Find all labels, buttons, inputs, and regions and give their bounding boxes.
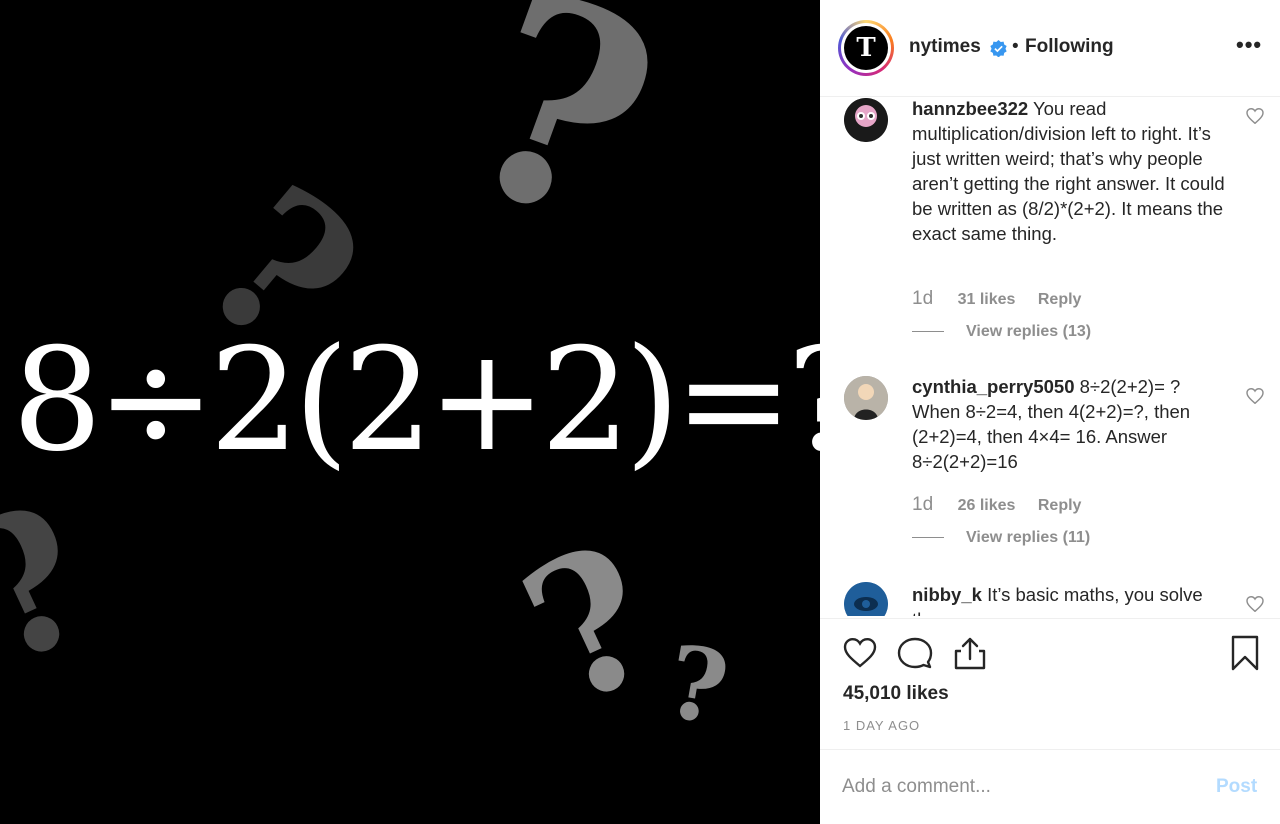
share-icon[interactable]: [952, 635, 988, 671]
question-mark-decoration: ?: [658, 621, 737, 749]
verified-badge-icon: [990, 40, 1007, 57]
profile-avatar[interactable]: T: [838, 20, 894, 76]
following-button[interactable]: Following: [1025, 36, 1114, 58]
view-replies-button[interactable]: View replies (13): [912, 323, 1091, 341]
comment-username[interactable]: nibby_k: [912, 584, 982, 605]
comment-likes[interactable]: 31 likes: [958, 291, 1016, 308]
comment-like-icon[interactable]: [1246, 596, 1264, 612]
comment-text: cynthia_perry5050 8÷2(2+2)= ? When 8÷2=4…: [912, 374, 1230, 474]
comments-list[interactable]: hannzbee322 You read multiplication/divi…: [820, 98, 1280, 616]
comment-username[interactable]: cynthia_perry5050: [912, 376, 1075, 397]
reply-button[interactable]: Reply: [1038, 497, 1082, 514]
comment-text: nibby_k It’s basic maths, you solve the: [912, 582, 1230, 616]
comment-bubble-icon[interactable]: [897, 635, 933, 671]
more-options-icon[interactable]: •••: [1236, 32, 1262, 58]
replies-divider: [912, 331, 944, 333]
question-mark-decoration: ?: [0, 459, 124, 710]
question-mark-decoration: ?: [492, 499, 689, 750]
question-mark-decoration: ?: [426, 0, 694, 293]
separator-dot: •: [1012, 36, 1019, 57]
eye-avatar-icon: [844, 582, 888, 616]
commenter-avatar[interactable]: [844, 582, 888, 616]
like-heart-icon[interactable]: [842, 635, 878, 671]
commenter-avatar[interactable]: [844, 98, 888, 142]
comment-like-icon[interactable]: [1246, 108, 1264, 124]
comment-like-icon[interactable]: [1246, 388, 1264, 404]
comment-likes[interactable]: 26 likes: [958, 497, 1016, 514]
comment-meta: 1d 31 likes Reply: [912, 288, 1099, 310]
comment-username[interactable]: hannzbee322: [912, 98, 1028, 119]
add-comment-bar: Post: [820, 749, 1280, 824]
comment-text: hannzbee322 You read multiplication/divi…: [912, 98, 1230, 246]
post-image[interactable]: ? ? ? ? ? 8÷2(2+2)=?: [0, 0, 820, 824]
comment-meta: 1d 26 likes Reply: [912, 494, 1099, 516]
comment-time[interactable]: 1d: [912, 494, 933, 515]
post-timestamp[interactable]: 1 DAY AGO: [843, 718, 920, 733]
view-replies-label: View replies (13): [966, 323, 1092, 340]
avatar-image: [844, 376, 888, 420]
math-equation: 8÷2(2+2)=?: [12, 318, 820, 483]
comment-body: You read multiplication/division left to…: [912, 98, 1225, 244]
view-replies-label: View replies (11): [966, 529, 1091, 546]
commenter-avatar[interactable]: [844, 376, 888, 420]
reply-button[interactable]: Reply: [1038, 291, 1082, 308]
replies-divider: [912, 537, 944, 539]
view-replies-button[interactable]: View replies (11): [912, 529, 1090, 547]
post-actions: 45,010 likes 1 DAY AGO: [820, 618, 1280, 748]
profile-username[interactable]: nytimes: [909, 36, 981, 58]
post-header: T nytimes • Following •••: [820, 0, 1280, 97]
likes-count[interactable]: 45,010 likes: [843, 683, 949, 705]
post-comment-button[interactable]: Post: [1216, 776, 1257, 798]
comment-time[interactable]: 1d: [912, 288, 933, 309]
avatar-image: [844, 98, 888, 142]
bookmark-icon[interactable]: [1227, 635, 1263, 671]
nyt-logo-icon: T: [844, 26, 888, 70]
post-detail-panel: T nytimes • Following ••• hannzbee322 Yo…: [820, 0, 1280, 824]
comment-input[interactable]: [842, 772, 1202, 802]
